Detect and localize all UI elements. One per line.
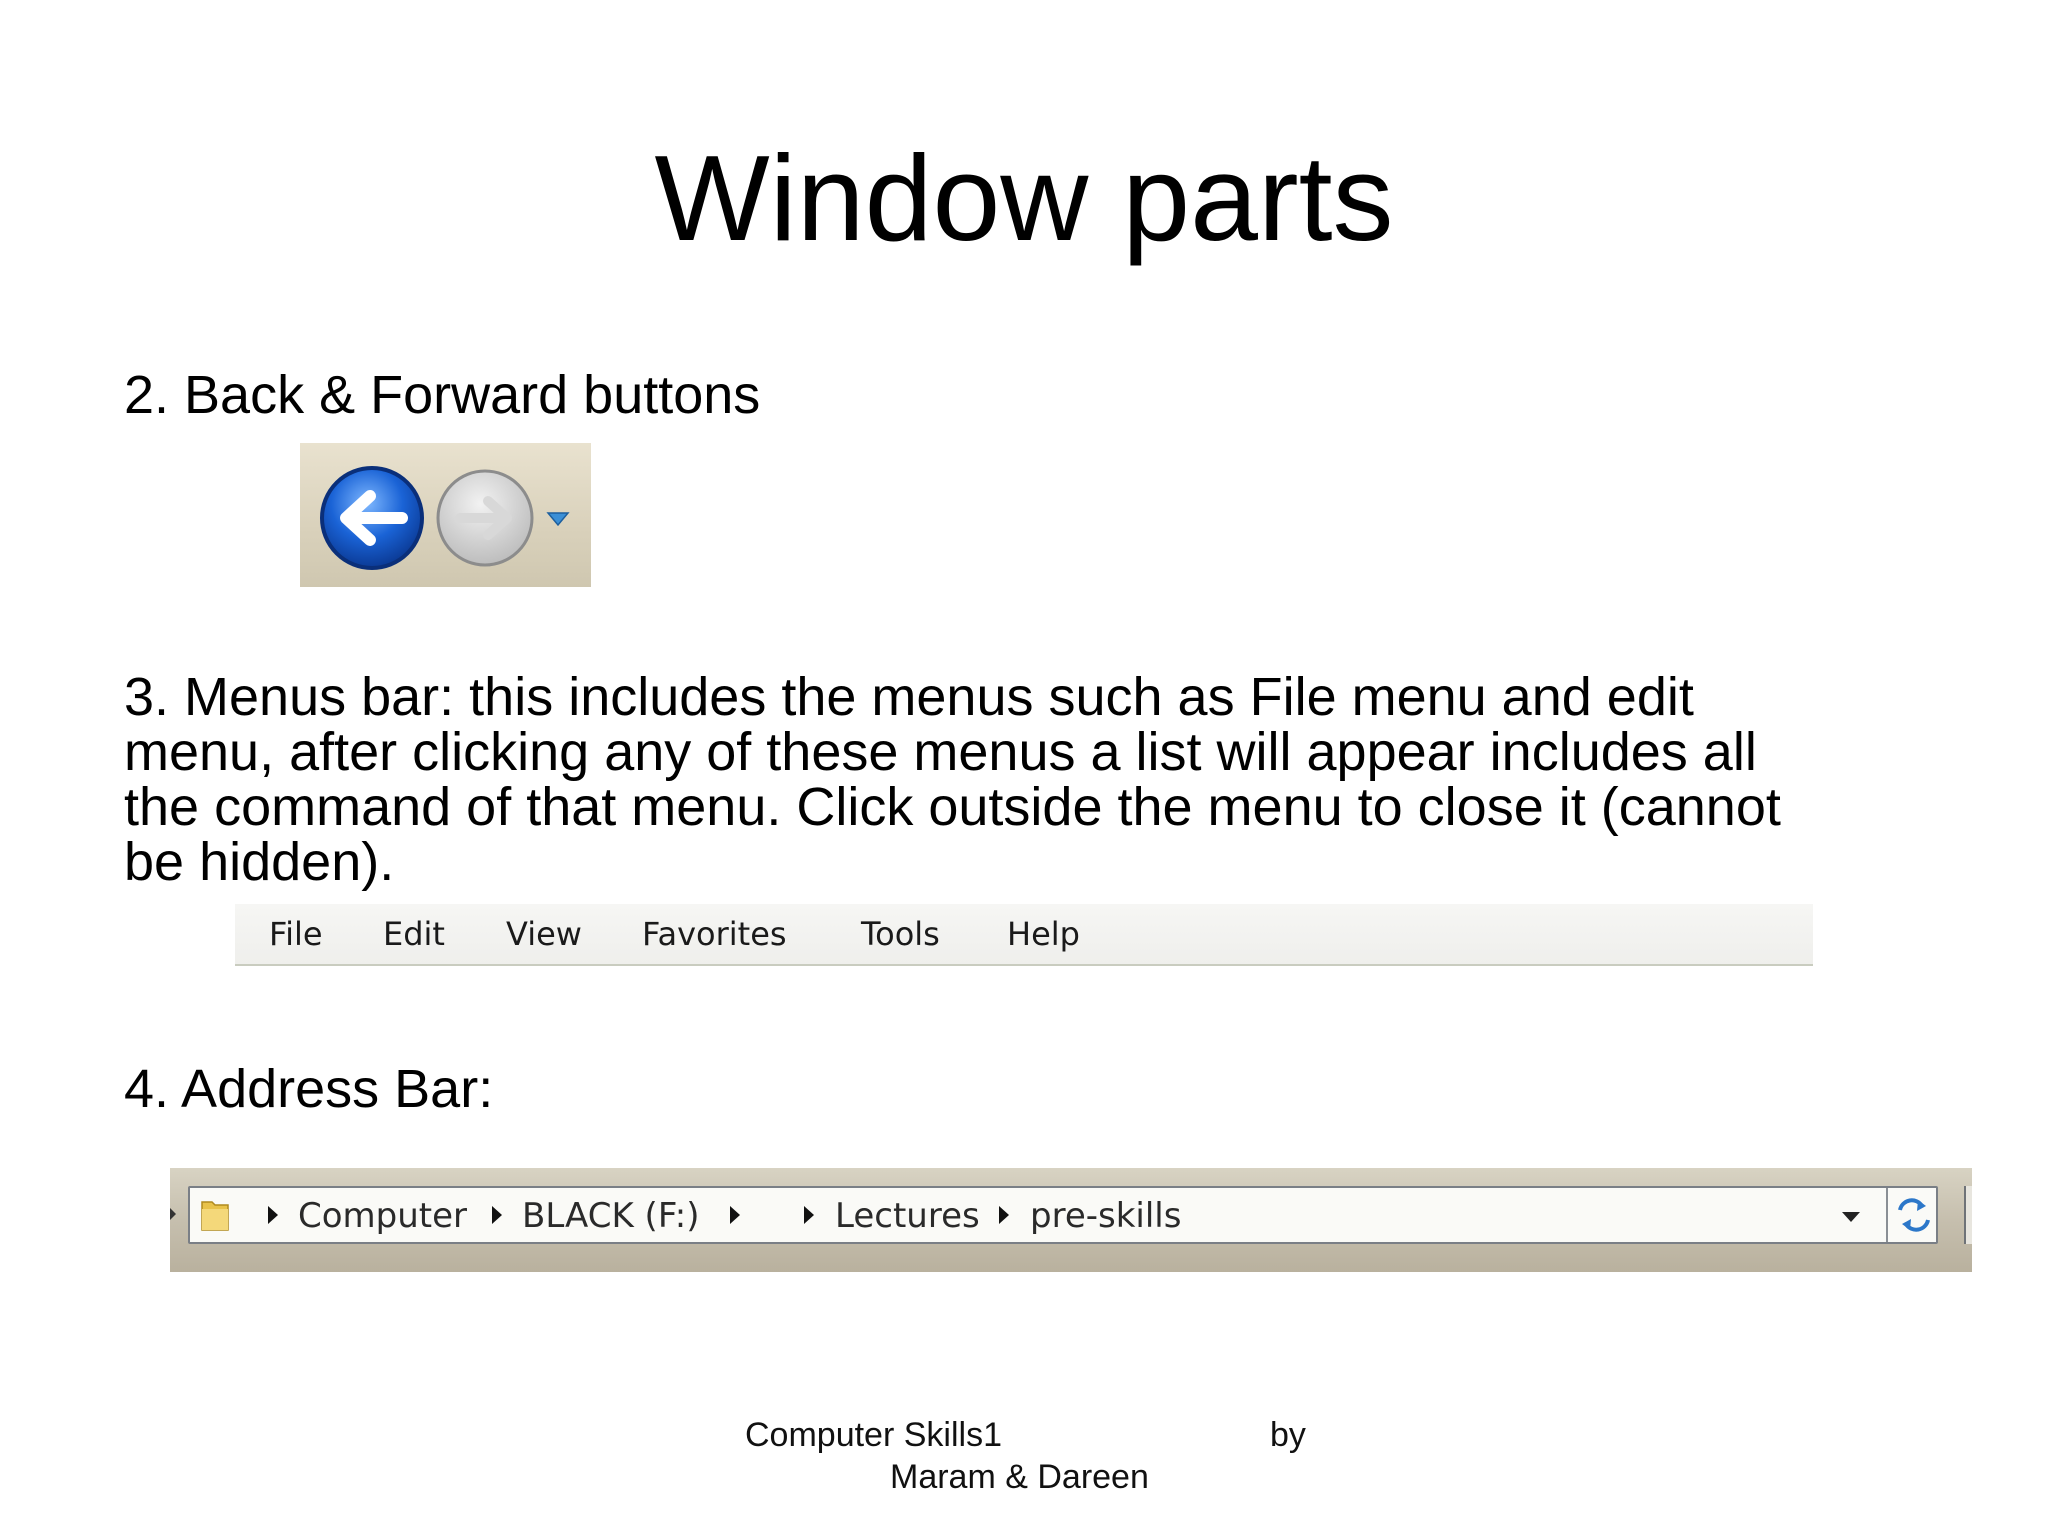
forward-button[interactable]	[436, 469, 534, 567]
menu-help[interactable]: Help	[1007, 914, 1080, 954]
refresh-icon	[1898, 1198, 1930, 1232]
chevron-right-icon	[170, 1208, 176, 1220]
chevron-down-icon	[546, 512, 570, 527]
breadcrumb-separator-icon[interactable]	[999, 1206, 1009, 1224]
address-bar-edge	[1964, 1186, 1972, 1244]
breadcrumb-separator-icon[interactable]	[268, 1206, 278, 1224]
breadcrumb-separator-icon[interactable]	[730, 1206, 740, 1224]
back-button[interactable]	[320, 466, 424, 570]
breadcrumb-drive[interactable]: BLACK (F:)	[522, 1196, 699, 1236]
folder-icon	[201, 1201, 229, 1231]
slide-title: Window parts	[654, 130, 1394, 266]
address-field[interactable]: Computer BLACK (F:) Lectures pre-skills	[188, 1186, 1938, 1244]
breadcrumb-lectures[interactable]: Lectures	[835, 1196, 980, 1236]
paragraph-line: the command of that menu. Click outside …	[124, 777, 1781, 837]
menu-view[interactable]: View	[506, 914, 582, 954]
breadcrumb-pre-skills[interactable]: pre-skills	[1030, 1196, 1181, 1236]
menu-favorites[interactable]: Favorites	[642, 914, 787, 954]
footer-course: Computer Skills1	[745, 1416, 1002, 1454]
chevron-down-icon[interactable]	[1842, 1212, 1860, 1222]
section-menus-bar-text: 3. Menus bar: this includes the menus su…	[124, 670, 2004, 890]
breadcrumb-separator-icon[interactable]	[492, 1206, 502, 1224]
slide: Window parts 2. Back & Forward buttons 3…	[0, 0, 2048, 1536]
menu-file[interactable]: File	[269, 914, 323, 954]
menu-bar-image: File Edit View Favorites Tools Help	[235, 904, 1813, 966]
back-forward-buttons-image	[300, 443, 591, 587]
breadcrumb-computer[interactable]: Computer	[298, 1196, 467, 1236]
section-address-bar-heading: 4. Address Bar:	[124, 1059, 494, 1119]
footer-by: by	[1270, 1416, 1306, 1454]
address-bar-image: Computer BLACK (F:) Lectures pre-skills	[170, 1168, 1972, 1272]
menu-edit[interactable]: Edit	[383, 914, 445, 954]
paragraph-line: be hidden).	[124, 832, 395, 892]
paragraph-line: menu, after clicking any of these menus …	[124, 722, 1757, 782]
footer-authors: Maram & Dareen	[890, 1458, 1149, 1496]
refresh-button[interactable]	[1886, 1188, 1940, 1242]
breadcrumb-separator-icon[interactable]	[804, 1206, 814, 1224]
paragraph-line: 3. Menus bar: this includes the menus su…	[124, 667, 1694, 727]
section-back-forward-heading: 2. Back & Forward buttons	[124, 365, 761, 425]
menu-tools[interactable]: Tools	[861, 914, 940, 954]
